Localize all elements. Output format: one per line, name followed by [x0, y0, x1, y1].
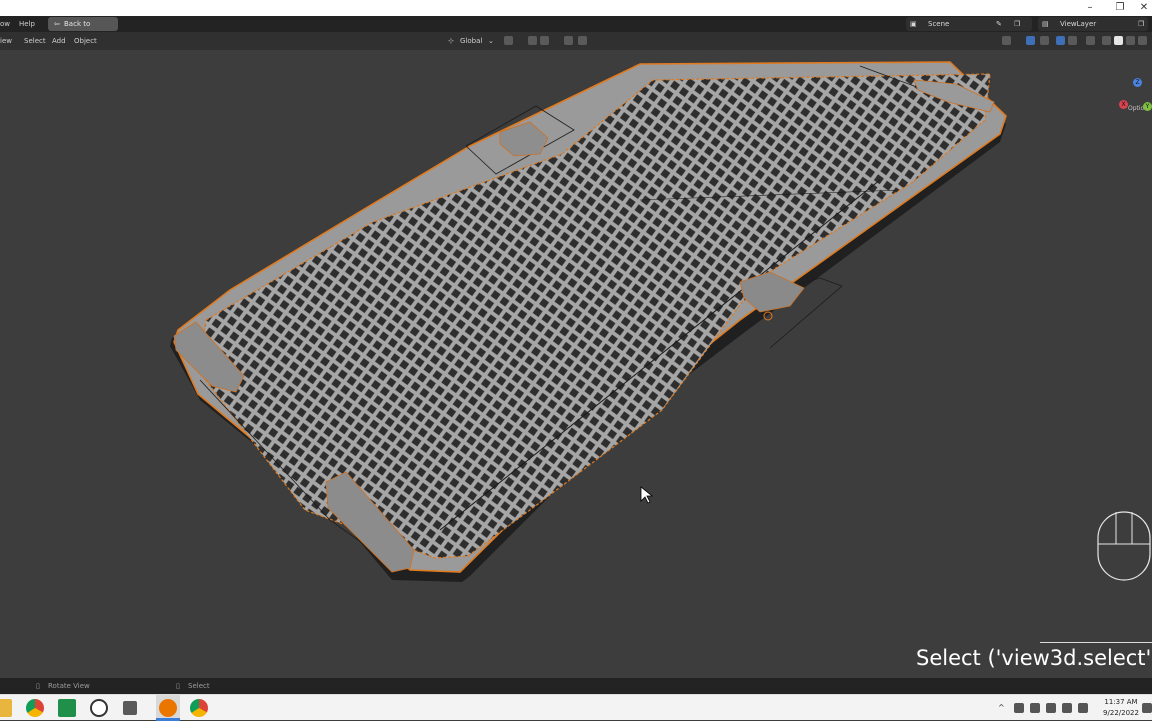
folder-icon[interactable]	[0, 699, 12, 717]
global-icon: ⊹	[448, 37, 454, 45]
pivot-icon[interactable]	[504, 36, 513, 45]
blender-topbar: ow Help ⇦ Back to Previous ▣ Scene ✎ ❐ ▤…	[0, 16, 1152, 42]
tray-cloud-icon[interactable]	[1030, 703, 1040, 713]
tray-network-icon[interactable]	[1046, 703, 1056, 713]
obs-icon[interactable]	[90, 699, 108, 717]
new-view-layer-icon[interactable]: ❐	[1138, 17, 1144, 31]
tray-mic-icon[interactable]	[1062, 703, 1072, 713]
chevron-down-icon[interactable]: ⌄	[488, 32, 494, 50]
overlay-dropdown-icon[interactable]	[1068, 36, 1077, 45]
new-scene-icon[interactable]: ❐	[1014, 17, 1020, 31]
chrome-icon[interactable]	[26, 699, 44, 717]
minimize-button[interactable]: –	[1080, 0, 1100, 16]
viewport-3d[interactable]: Options Z X Y Select ('view3d.select')	[0, 50, 1152, 678]
scene-name: Scene	[928, 20, 950, 28]
app-icon[interactable]	[123, 701, 137, 715]
rendered-shading-icon[interactable]	[1138, 36, 1147, 45]
scene-icon: ▣	[910, 20, 917, 28]
material-shading-icon[interactable]	[1126, 36, 1135, 45]
chrome-icon-2[interactable]	[190, 699, 208, 717]
menu-window[interactable]: ow	[0, 16, 10, 32]
view-layer-icon: ▤	[1042, 20, 1049, 28]
window-titlebar: – ❐ ✕	[0, 0, 1152, 16]
solid-shading-icon[interactable]	[1114, 36, 1123, 45]
menu-select[interactable]: Select	[24, 32, 46, 50]
scene-selector[interactable]: ▣ Scene ✎ ❐	[906, 17, 1032, 31]
mouse-icon	[1097, 511, 1151, 581]
view-layer-name: ViewLayer	[1060, 20, 1097, 28]
tray-chevron-icon[interactable]: ^	[998, 703, 1008, 713]
xray-icon[interactable]	[1086, 36, 1095, 45]
viewport-header: iew Select Add Object ⊹ Global ⌄	[0, 32, 1152, 50]
status-bar: ▯ Rotate View ▯ Select	[0, 678, 1152, 694]
visibility-icon[interactable]	[1002, 36, 1011, 45]
gizmo-z-axis[interactable]: Z	[1133, 78, 1142, 87]
gizmo-dropdown-icon[interactable]	[1040, 36, 1049, 45]
transform-orientation-dropdown[interactable]: Global	[460, 32, 482, 50]
close-button[interactable]: ✕	[1136, 0, 1152, 16]
gizmo-x-axis[interactable]: X	[1119, 100, 1128, 109]
spreadsheet-icon[interactable]	[58, 699, 76, 717]
maximize-button[interactable]: ❐	[1110, 0, 1130, 16]
snap-target-icon[interactable]	[540, 36, 549, 45]
gizmo-y-axis[interactable]: Y	[1143, 102, 1152, 111]
back-to-previous-button[interactable]: ⇦ Back to Previous	[48, 17, 118, 42]
gizmo-toggle-icon[interactable]	[1026, 36, 1035, 45]
view-layer-selector[interactable]: ▤ ViewLayer ❐	[1038, 17, 1148, 31]
status-rotate-view: Rotate View	[48, 682, 90, 690]
menu-view[interactable]: iew	[0, 32, 12, 50]
snap-icon[interactable]	[528, 36, 537, 45]
menu-object[interactable]: Object	[74, 32, 97, 50]
menu-add[interactable]: Add	[52, 32, 66, 50]
pin-icon[interactable]: ✎	[996, 17, 1002, 31]
wireframe-shading-icon[interactable]	[1102, 36, 1111, 45]
cursor-icon	[640, 486, 654, 504]
windows-taskbar: ^ 11:37 AM 9/22/2022	[0, 694, 1152, 721]
clock-date: 9/22/2022	[1103, 709, 1139, 717]
arrow-left-icon: ⇦	[54, 20, 60, 28]
keycast-divider	[1040, 642, 1152, 643]
proportional-icon[interactable]	[564, 36, 573, 45]
mouse-middle-icon: ▯	[36, 682, 40, 690]
status-select: Select	[188, 682, 210, 690]
tray-volume-icon[interactable]	[1078, 703, 1088, 713]
menu-help[interactable]: Help	[19, 16, 35, 32]
overlay-toggle-icon[interactable]	[1056, 36, 1065, 45]
tray-device-icon[interactable]	[1014, 703, 1024, 713]
blender-icon[interactable]	[159, 699, 177, 717]
taskbar-clock[interactable]: 11:37 AM 9/22/2022	[1096, 697, 1146, 719]
mesh-render	[170, 61, 1151, 582]
keycast-text: Select ('view3d.select')	[916, 646, 1152, 670]
falloff-icon[interactable]	[578, 36, 587, 45]
mouse-left-icon: ▯	[176, 682, 180, 690]
clock-time: 11:37 AM	[1104, 698, 1138, 706]
notification-icon[interactable]	[1142, 703, 1152, 713]
